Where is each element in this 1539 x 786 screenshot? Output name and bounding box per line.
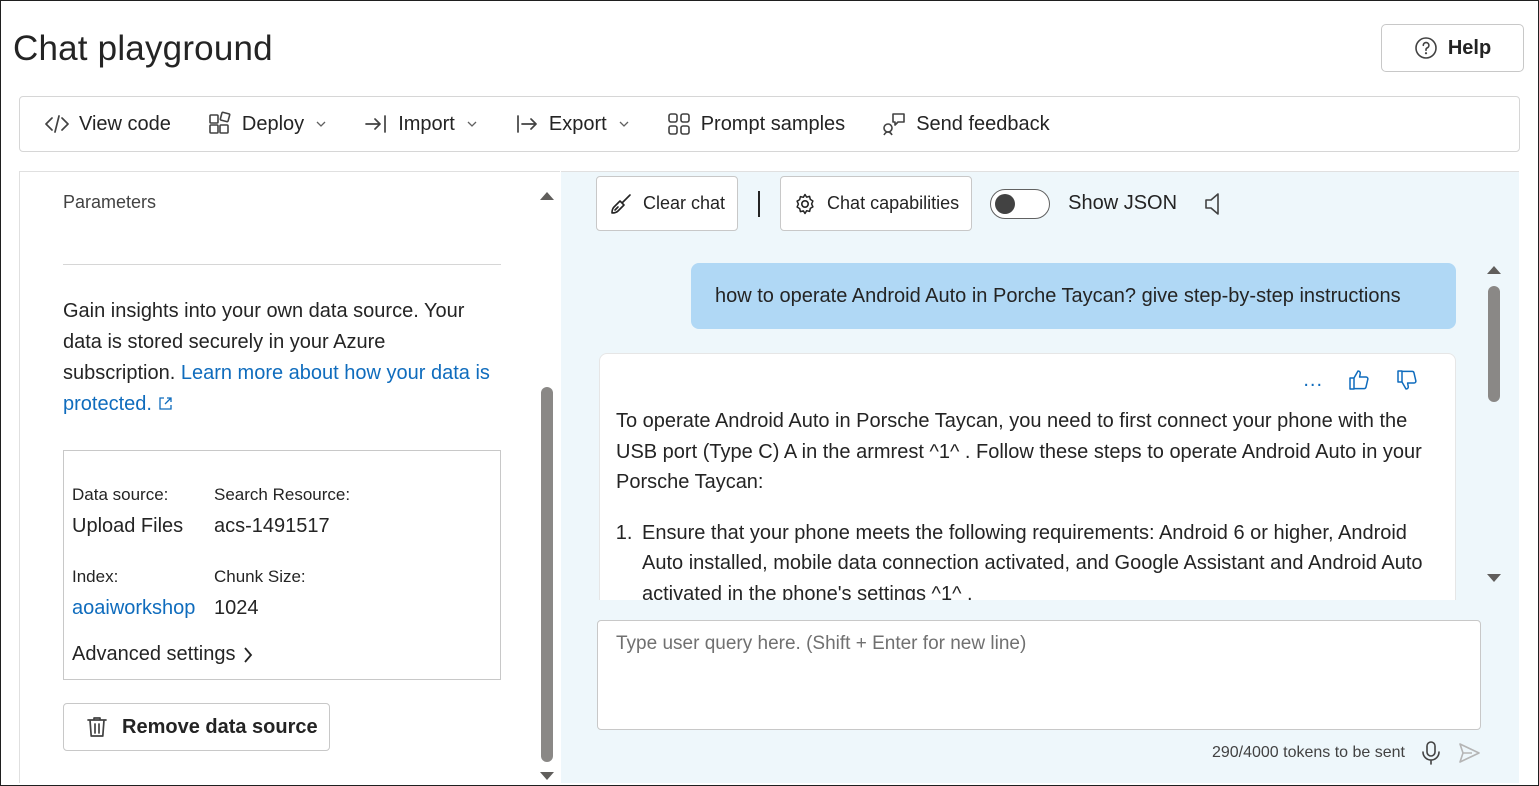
app-frame: Chat playground Help View code Deploy Im… (0, 0, 1539, 786)
help-button[interactable]: Help (1381, 24, 1524, 72)
chat-toolbar: Clear chat Chat capabilities Show JSON (596, 176, 1225, 231)
message-actions: ... (1303, 368, 1419, 392)
help-label: Help (1447, 36, 1492, 59)
export-button[interactable]: Export (514, 111, 630, 137)
external-link-icon (159, 397, 172, 410)
help-icon (1415, 37, 1437, 59)
export-icon (517, 115, 537, 133)
chunk-size-label: Chunk Size: (214, 567, 306, 586)
scroll-down-arrow[interactable] (1487, 574, 1501, 582)
parameters-title: Parameters (63, 192, 157, 212)
scroll-up-arrow[interactable] (1487, 266, 1501, 274)
send-icon[interactable] (1457, 740, 1481, 766)
deploy-button[interactable]: Deploy (207, 111, 327, 137)
send-feedback-button[interactable]: Send feedback (881, 111, 1050, 137)
data-source-card: Data source: Search Resource: Upload Fil… (63, 450, 501, 680)
more-options-button[interactable]: ... (1303, 370, 1323, 390)
parameters-panel: Parameters Gain insights into your own d… (19, 171, 560, 783)
remove-data-source-label: Remove data source (122, 715, 318, 738)
chevron-down-icon (467, 121, 477, 127)
chat-panel: Clear chat Chat capabilities Show JSON h… (561, 171, 1519, 783)
steps-list: Ensure that your phone meets the followi… (616, 518, 1446, 601)
index-label: Index: (72, 567, 119, 586)
chat-messages: how to operate Android Auto in Porche Ta… (561, 250, 1519, 600)
user-message: how to operate Android Auto in Porche Ta… (691, 263, 1456, 329)
list-item: Ensure that your phone meets the followi… (638, 518, 1446, 601)
main-toolbar: View code Deploy Import Export Prompt sa… (19, 96, 1520, 152)
send-feedback-label: Send feedback (916, 112, 1050, 135)
view-code-button[interactable]: View code (44, 111, 171, 137)
toggle-knob (995, 193, 1016, 214)
scrollbar-thumb[interactable] (1488, 286, 1500, 402)
view-code-label: View code (79, 112, 171, 135)
advanced-settings-label: Advanced settings (72, 643, 236, 665)
export-label: Export (548, 112, 607, 135)
scrollbar-thumb[interactable] (541, 387, 553, 762)
broom-icon (611, 193, 631, 214)
feedback-icon (883, 113, 905, 136)
search-resource-label: Search Resource: (214, 485, 351, 504)
data-source-label: Data source: (72, 485, 169, 504)
search-resource-value: acs-1491517 (214, 515, 330, 537)
token-count: 290/4000 tokens to be sent (1211, 744, 1405, 761)
chevron-right-icon (244, 646, 253, 663)
input-footer: 290/4000 tokens to be sent (1161, 738, 1481, 768)
prompt-samples-label: Prompt samples (700, 112, 846, 135)
code-icon (45, 115, 69, 133)
toolbar-separator (758, 190, 761, 217)
scroll-up-arrow[interactable] (540, 192, 554, 200)
data-source-value: Upload Files (72, 515, 184, 537)
advanced-settings-button[interactable]: Advanced settings (72, 643, 255, 666)
trash-icon (87, 717, 107, 737)
chat-input-container (597, 620, 1481, 730)
thumbs-down-icon[interactable] (1395, 368, 1419, 392)
clear-chat-button[interactable]: Clear chat (596, 176, 739, 231)
clear-chat-label: Clear chat (643, 193, 726, 213)
chat-capabilities-button[interactable]: Chat capabilities (780, 176, 973, 231)
assistant-intro: To operate Android Auto in Porsche Tayca… (616, 410, 1422, 493)
assistant-message: ... To operate Android Auto in Porsche T… (599, 353, 1456, 600)
import-icon (365, 115, 387, 133)
show-json-label: Show JSON (1068, 192, 1178, 214)
page-title: Chat playground (13, 29, 273, 68)
divider (63, 264, 501, 265)
thumbs-up-icon[interactable] (1347, 368, 1371, 392)
assistant-message-text: To operate Android Auto in Porsche Tayca… (616, 406, 1446, 600)
import-button[interactable]: Import (363, 111, 478, 137)
grid-icon (667, 113, 690, 135)
microphone-icon[interactable] (1419, 740, 1443, 766)
chevron-down-icon (316, 121, 326, 127)
deploy-icon (209, 111, 231, 134)
remove-data-source-button[interactable]: Remove data source (63, 703, 330, 751)
speaker-icon[interactable] (1203, 190, 1225, 218)
deploy-label: Deploy (241, 112, 305, 135)
show-json-toggle[interactable] (990, 188, 1051, 219)
chat-capabilities-label: Chat capabilities (827, 193, 960, 213)
chunk-size-value: 1024 (214, 597, 259, 619)
scroll-down-arrow[interactable] (540, 772, 554, 780)
chevron-down-icon (619, 121, 629, 127)
data-source-description: Gain insights into your own data source.… (63, 296, 503, 420)
gear-icon (796, 193, 814, 214)
import-label: Import (398, 112, 455, 135)
index-link[interactable]: aoaiworkshop (72, 597, 195, 620)
chat-input[interactable] (598, 621, 1480, 729)
prompt-samples-button[interactable]: Prompt samples (666, 111, 846, 137)
